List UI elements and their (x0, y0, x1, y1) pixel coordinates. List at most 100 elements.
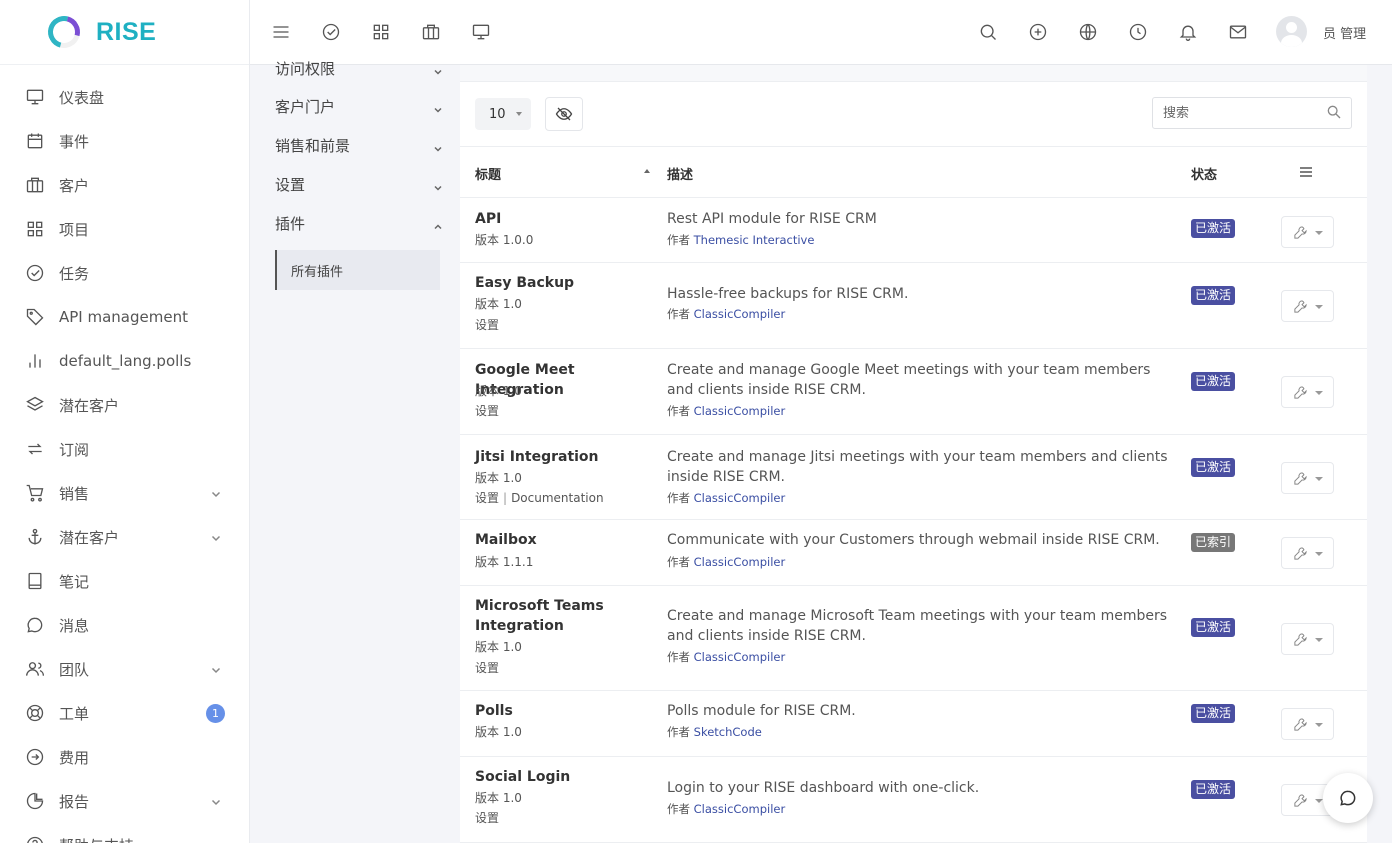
table-row: API 版本 1.0.0 Rest API module for RISE CRM 作… (460, 199, 1367, 263)
author-prefix: 作者 (667, 650, 690, 664)
status-badge: 已索引 (1191, 533, 1236, 552)
search-input[interactable] (1153, 98, 1313, 128)
settings-link[interactable]: 设置 (475, 661, 499, 675)
plugin-actions-dropdown[interactable] (1281, 216, 1334, 248)
sidebar-item[interactable]: 费用 (0, 735, 249, 779)
column-header-status[interactable]: 状态 (1191, 164, 1217, 183)
avatar[interactable] (1276, 16, 1307, 47)
plugin-actions-dropdown[interactable] (1281, 708, 1334, 740)
chat-button[interactable] (1323, 773, 1373, 823)
mail-icon[interactable] (1226, 20, 1250, 44)
search-box[interactable] (1152, 97, 1352, 129)
sort-asc-icon[interactable] (644, 169, 650, 173)
check-circle-icon (24, 262, 46, 284)
sidebar-item[interactable]: 帮助与支持 (0, 823, 249, 843)
chevron-down-icon (210, 662, 222, 674)
menu-icon[interactable] (269, 20, 293, 44)
subnav-item-plugins[interactable]: 插件 (275, 212, 443, 234)
caret-down-icon (1315, 305, 1323, 309)
settings-link[interactable]: 设置 (475, 318, 499, 332)
subnav-item-settings[interactable]: 设置 (275, 173, 443, 195)
sidebar-item-label: 笔记 (59, 572, 90, 591)
table-row: Social Login 版本 1.0 设置 Login to your RISE d… (460, 757, 1367, 843)
bar-chart-icon (24, 350, 46, 372)
plugin-links: 设置 (475, 658, 499, 678)
sidebar-item[interactable]: 笔记 (0, 559, 249, 603)
sidebar-item-label: 仪表盘 (59, 88, 105, 107)
column-visibility-button[interactable] (545, 97, 583, 131)
caret-down-icon (1315, 477, 1323, 481)
author-link[interactable]: SketchCode (694, 725, 762, 739)
wrench-icon (1293, 717, 1308, 732)
sidebar-item[interactable]: 订阅 (0, 427, 249, 471)
sidebar-item[interactable]: 消息 (0, 603, 249, 647)
sidebar-item[interactable]: 工单 1 (0, 691, 249, 735)
grid-icon (24, 218, 46, 240)
author-link[interactable]: ClassicCompiler (694, 404, 786, 418)
settings-subnav: 访问权限 客户门户 销售和前景 设置 插件 所有插件 (250, 60, 460, 843)
page-size-select[interactable]: 10 (475, 98, 531, 130)
settings-link[interactable]: 设置 (475, 404, 499, 418)
author-link[interactable]: Themesic Interactive (694, 233, 815, 247)
user-name[interactable]: 员 管理 (1323, 23, 1366, 42)
clock-icon[interactable] (1126, 20, 1150, 44)
sidebar-item[interactable]: 事件 (0, 119, 249, 163)
settings-link[interactable]: 设置 (475, 491, 499, 505)
sidebar-item-label: 潜在客户 (59, 528, 120, 547)
bell-icon[interactable] (1176, 20, 1200, 44)
column-header-description[interactable]: 描述 (667, 164, 693, 183)
caret-down-icon (1315, 391, 1323, 395)
settings-link[interactable]: 设置 (475, 811, 499, 825)
subnav-item-all-plugins[interactable]: 所有插件 (275, 250, 440, 290)
plugin-actions-dropdown[interactable] (1281, 290, 1334, 322)
sidebar-item[interactable]: 团队 (0, 647, 249, 691)
author-link[interactable]: ClassicCompiler (694, 650, 786, 664)
wrench-icon (1293, 299, 1308, 314)
grid-icon[interactable] (369, 20, 393, 44)
sidebar-item[interactable]: 报告 (0, 779, 249, 823)
sidebar-item-label: 事件 (59, 132, 90, 151)
briefcase-icon[interactable] (419, 20, 443, 44)
author-link[interactable]: ClassicCompiler (694, 802, 786, 816)
plugin-title: Easy Backup (475, 275, 575, 291)
chevron-down-icon (433, 179, 443, 191)
plugin-description: Polls module for RISE CRM. (667, 703, 856, 719)
documentation-link[interactable]: Documentation (511, 491, 604, 505)
search-icon[interactable] (1326, 104, 1344, 122)
sidebar-item[interactable]: 潜在客户 (0, 383, 249, 427)
sidebar-item[interactable]: 项目 (0, 207, 249, 251)
card-header (460, 65, 1367, 82)
sidebar-item-label: 费用 (59, 748, 90, 767)
globe-icon[interactable] (1076, 20, 1100, 44)
subnav-item-client-portal[interactable]: 客户门户 (275, 95, 443, 117)
plus-circle-icon[interactable] (1026, 20, 1050, 44)
column-header-title[interactable]: 标题 (475, 164, 501, 183)
plugin-actions-dropdown[interactable] (1281, 623, 1334, 655)
column-menu-icon[interactable] (1298, 164, 1314, 180)
sidebar-item[interactable]: 潜在客户 (0, 515, 249, 559)
sidebar-item[interactable]: default_lang.polls (0, 339, 249, 383)
plugin-actions-dropdown[interactable] (1281, 376, 1334, 408)
subnav-item-access[interactable]: 访问权限 (275, 57, 443, 79)
brand[interactable]: RISE (0, 0, 249, 65)
plugin-links: 设置 | Documentation (475, 488, 604, 508)
sidebar-item[interactable]: 任务 (0, 251, 249, 295)
author-link[interactable]: ClassicCompiler (694, 307, 786, 321)
sidebar-item[interactable]: 仪表盘 (0, 75, 249, 119)
status-badge: 已激活 (1191, 780, 1236, 799)
plugin-actions-dropdown[interactable] (1281, 537, 1334, 569)
sidebar-item[interactable]: 销售 (0, 471, 249, 515)
sidebar-item[interactable]: API management (0, 295, 249, 339)
author-link[interactable]: ClassicCompiler (694, 491, 786, 505)
check-circle-icon[interactable] (319, 20, 343, 44)
search-icon[interactable] (976, 20, 1000, 44)
chevron-down-icon (433, 63, 443, 75)
monitor-icon[interactable] (469, 20, 493, 44)
author-link[interactable]: ClassicCompiler (694, 555, 786, 569)
subnav-item-label: 插件 (275, 214, 306, 233)
subnav-item-sales-prospects[interactable]: 销售和前景 (275, 134, 443, 156)
sidebar-item-label: 客户 (59, 176, 90, 195)
sidebar-item[interactable]: 客户 (0, 163, 249, 207)
sidebar-item-label: 工单 (59, 704, 90, 723)
plugin-actions-dropdown[interactable] (1281, 462, 1334, 494)
